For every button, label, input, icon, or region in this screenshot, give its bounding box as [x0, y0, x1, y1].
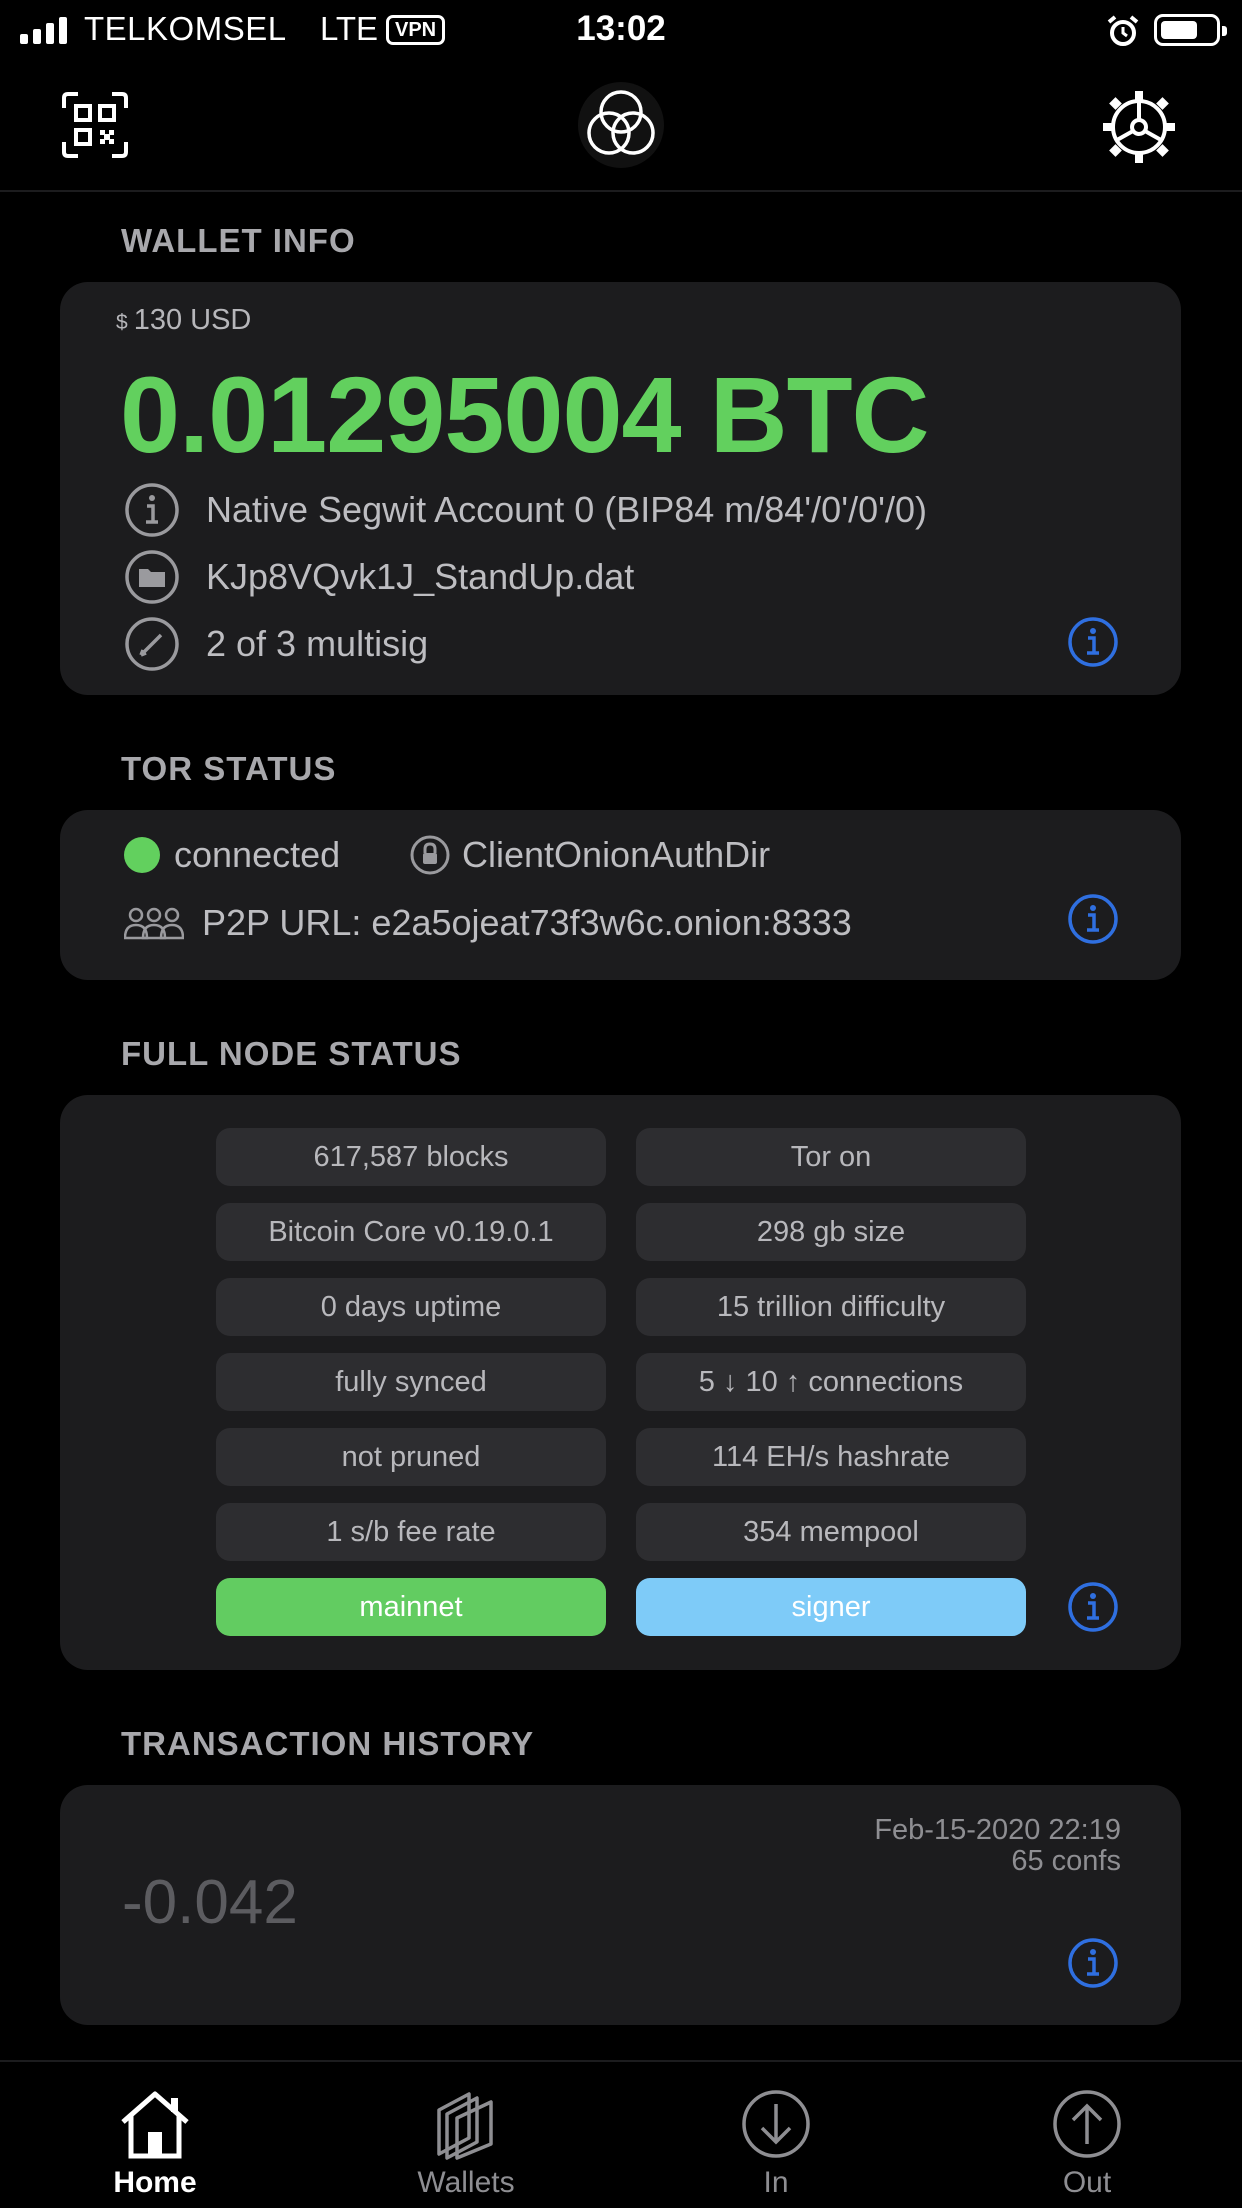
- full-node-status-card: 617,587 blocks Tor on Bitcoin Core v0.19…: [60, 1095, 1181, 1670]
- tab-wallets[interactable]: Wallets: [366, 2062, 566, 2200]
- node-stat-blocks: 617,587 blocks: [216, 1128, 606, 1186]
- tab-wallets-label: Wallets: [417, 2166, 515, 2199]
- tor-status-title: TOR STATUS: [121, 750, 337, 787]
- transaction-amount: -0.042: [122, 1868, 298, 1937]
- navigation-bar: [0, 62, 1242, 192]
- tab-out-label: Out: [1062, 2166, 1112, 2199]
- wallet-info-title: WALLET INFO: [121, 222, 356, 259]
- status-dot: [124, 837, 160, 873]
- arrow-up-circle-icon: [1053, 2090, 1121, 2158]
- multisig-label: 2 of 3 multisig: [206, 623, 429, 664]
- fully-noded-logo-icon: [578, 82, 664, 168]
- gear-icon[interactable]: [1102, 90, 1176, 164]
- info-outline-icon: [125, 483, 179, 537]
- tab-bar: Home Wallets In Out: [0, 2060, 1242, 2208]
- qr-code-icon[interactable]: [62, 92, 128, 158]
- lock-icon: [410, 835, 450, 875]
- tor-info-button[interactable]: [1067, 893, 1119, 945]
- role-badge: signer: [636, 1578, 1026, 1636]
- tab-home[interactable]: Home: [55, 2062, 255, 2200]
- tor-auth-text: ClientOnionAuthDir: [462, 834, 771, 875]
- currency-symbol: $: [116, 311, 128, 334]
- node-info-button[interactable]: [1067, 1581, 1119, 1633]
- arrow-down-circle-icon: [742, 2090, 810, 2158]
- tab-in[interactable]: In: [676, 2062, 876, 2200]
- wallet-info-button[interactable]: [1067, 616, 1119, 668]
- node-stat-fee-rate: 1 s/b fee rate: [216, 1503, 606, 1561]
- node-stat-pruned: not pruned: [216, 1428, 606, 1486]
- transaction-info-button[interactable]: [1067, 1937, 1119, 1989]
- fiat-balance: $130 USD: [116, 304, 251, 337]
- account-label: Native Segwit Account 0 (BIP84 m/84'/0'/…: [206, 489, 927, 530]
- wallet-info-card[interactable]: $130 USD 0.01295004 BTC Native Segwit Ac…: [60, 282, 1181, 695]
- node-stat-size: 298 gb size: [636, 1203, 1026, 1261]
- node-stat-difficulty: 15 trillion difficulty: [636, 1278, 1026, 1336]
- network-badge: mainnet: [216, 1578, 606, 1636]
- tab-in-label: In: [763, 2166, 789, 2199]
- people-icon: [124, 907, 184, 940]
- wallets-icon: [437, 2092, 493, 2160]
- node-stat-hashrate: 114 EH/s hashrate: [636, 1428, 1026, 1486]
- node-stat-sync: fully synced: [216, 1353, 606, 1411]
- node-stat-uptime: 0 days uptime: [216, 1278, 606, 1336]
- tor-connection-status: connected: [124, 834, 340, 876]
- full-node-status-title: FULL NODE STATUS: [121, 1035, 462, 1072]
- transaction-history-title: TRANSACTION HISTORY: [121, 1725, 535, 1762]
- p2p-url-text: P2P URL: e2a5ojeat73f3w6c.onion:8333: [202, 902, 852, 943]
- node-stat-mempool: 354 mempool: [636, 1503, 1026, 1561]
- tab-out[interactable]: Out: [987, 2062, 1187, 2200]
- alarm-icon: [1107, 15, 1139, 46]
- node-stat-tor: Tor on: [636, 1128, 1026, 1186]
- node-stat-version: Bitcoin Core v0.19.0.1: [216, 1203, 606, 1261]
- tor-status-text: connected: [174, 834, 341, 875]
- transaction-row[interactable]: -0.042 Feb-15-2020 22:19 65 confs: [60, 1785, 1181, 2025]
- folder-icon: [125, 550, 179, 604]
- home-icon: [121, 2091, 189, 2159]
- status-bar: TELKOMSEL LTE VPN 13:02: [0, 0, 1242, 62]
- battery-icon: [1154, 14, 1227, 46]
- p2p-url-row: P2P URL: e2a5ojeat73f3w6c.onion:8333: [124, 902, 852, 944]
- btc-balance: 0.01295004 BTC: [120, 354, 930, 475]
- tor-status-card[interactable]: connected ClientOnionAuthDir P2P URL: e2…: [60, 810, 1181, 980]
- multisig-row: 2 of 3 multisig: [124, 616, 428, 672]
- tab-home-label: Home: [113, 2166, 197, 2199]
- status-time: 13:02: [576, 9, 666, 48]
- transaction-meta: Feb-15-2020 22:19 65 confs: [874, 1815, 1121, 1877]
- account-row: Native Segwit Account 0 (BIP84 m/84'/0'/…: [124, 482, 927, 538]
- signature-pen-icon: [125, 617, 179, 671]
- transaction-confs: 65 confs: [1011, 1845, 1121, 1877]
- tor-auth-status: ClientOnionAuthDir: [410, 834, 770, 876]
- wallet-file-label: KJp8VQvk1J_StandUp.dat: [206, 556, 635, 597]
- node-stat-connections: 5 ↓ 10 ↑ connections: [636, 1353, 1026, 1411]
- file-row: KJp8VQvk1J_StandUp.dat: [124, 549, 634, 605]
- transaction-date: Feb-15-2020 22:19: [874, 1814, 1121, 1846]
- fiat-balance-value: 130 USD: [133, 304, 252, 336]
